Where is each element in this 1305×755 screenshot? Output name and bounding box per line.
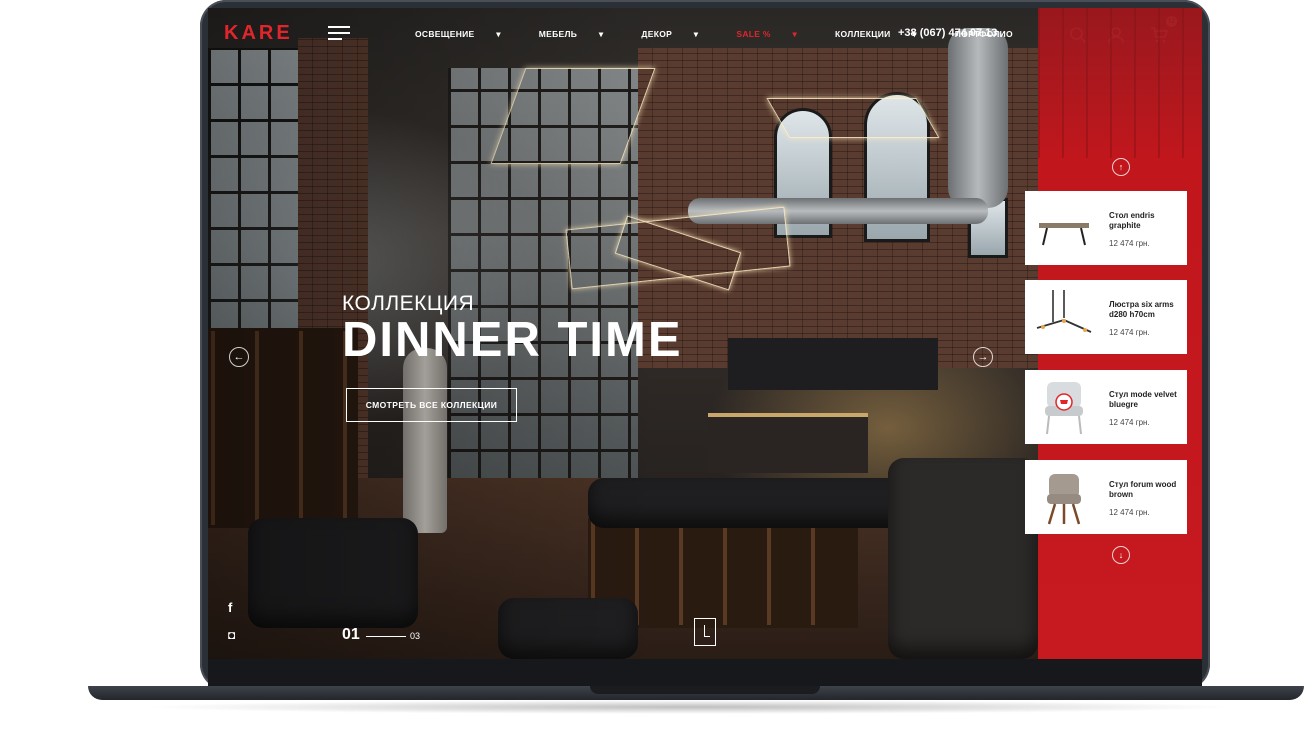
scroll-up-button[interactable]: ↑: [1112, 158, 1130, 176]
next-slide-button[interactable]: →: [973, 347, 993, 367]
menu-icon[interactable]: [328, 26, 350, 40]
slide-progress-line: [366, 636, 406, 637]
nav-item-decor[interactable]: ДЕКОР ▾: [641, 29, 717, 40]
product-card[interactable]: Стул forum wood brown 12 474 грн.: [1025, 460, 1187, 534]
laptop-shadow: [140, 700, 1240, 714]
prev-slide-button[interactable]: ←: [229, 347, 249, 367]
instagram-icon[interactable]: ◘: [228, 628, 235, 642]
product-price: 12 474 грн.: [1109, 239, 1150, 248]
facebook-icon[interactable]: f: [228, 600, 232, 615]
scroll-down-button[interactable]: ↓: [1112, 546, 1130, 564]
product-name: Стол endris graphite: [1109, 211, 1155, 230]
slide-total: 03: [410, 631, 421, 641]
nav-item-lighting[interactable]: ОСВЕЩЕНИЕ ▾: [415, 29, 520, 40]
view-collections-button[interactable]: СМОТРЕТЬ ВСЕ КОЛЛЕКЦИИ: [346, 388, 517, 422]
product-card[interactable]: Люстра six arms d280 h70cm 12 474 грн.: [1025, 280, 1187, 354]
product-name: Стул forum wood brown: [1109, 480, 1177, 499]
product-card[interactable]: Стол endris graphite 12 474 грн.: [1025, 191, 1187, 265]
phone-number[interactable]: +38 (067) 474 07 13: [898, 27, 997, 39]
product-image-table: [1039, 223, 1089, 246]
logo[interactable]: KARE: [224, 22, 293, 45]
nav-item-furniture[interactable]: МЕБЕЛЬ ▾: [539, 29, 623, 40]
product-image-chair-velvet: [1045, 382, 1083, 435]
product-image-chandelier: [1036, 290, 1092, 333]
product-card[interactable]: Стул mode velvet bluegre 12 474 грн.: [1025, 370, 1187, 444]
product-price: 12 474 грн.: [1109, 418, 1150, 427]
nav-item-sale[interactable]: SALE % ▾: [736, 29, 816, 40]
slide-current: 01: [342, 626, 360, 643]
panel-background-image: [1038, 8, 1202, 158]
hero-title: DINNER TIME: [342, 313, 683, 367]
product-name: Люстра six arms d280 h70cm: [1109, 300, 1174, 319]
chevron-down-icon: ▾: [496, 29, 501, 39]
product-price: 12 474 грн.: [1109, 508, 1150, 517]
laptop-notch: [590, 686, 820, 694]
product-price: 12 474 грн.: [1109, 328, 1150, 337]
screen: KARE ОСВЕЩЕНИЕ ▾ МЕБЕЛЬ ▾ ДЕКОР ▾ SALE %…: [208, 8, 1202, 659]
product-name: Стул mode velvet bluegre: [1109, 390, 1177, 409]
scroll-down-indicator[interactable]: [694, 618, 716, 646]
chevron-down-icon: ▾: [598, 29, 604, 39]
product-sidebar: ↑ Стол endris graphite 12 474 грн. Люстр…: [1025, 8, 1202, 659]
product-image-chair-forum: [1047, 474, 1081, 525]
chevron-down-icon: ▾: [693, 29, 699, 39]
laptop-chin: [208, 659, 1202, 687]
chevron-down-icon: ▾: [792, 29, 798, 39]
